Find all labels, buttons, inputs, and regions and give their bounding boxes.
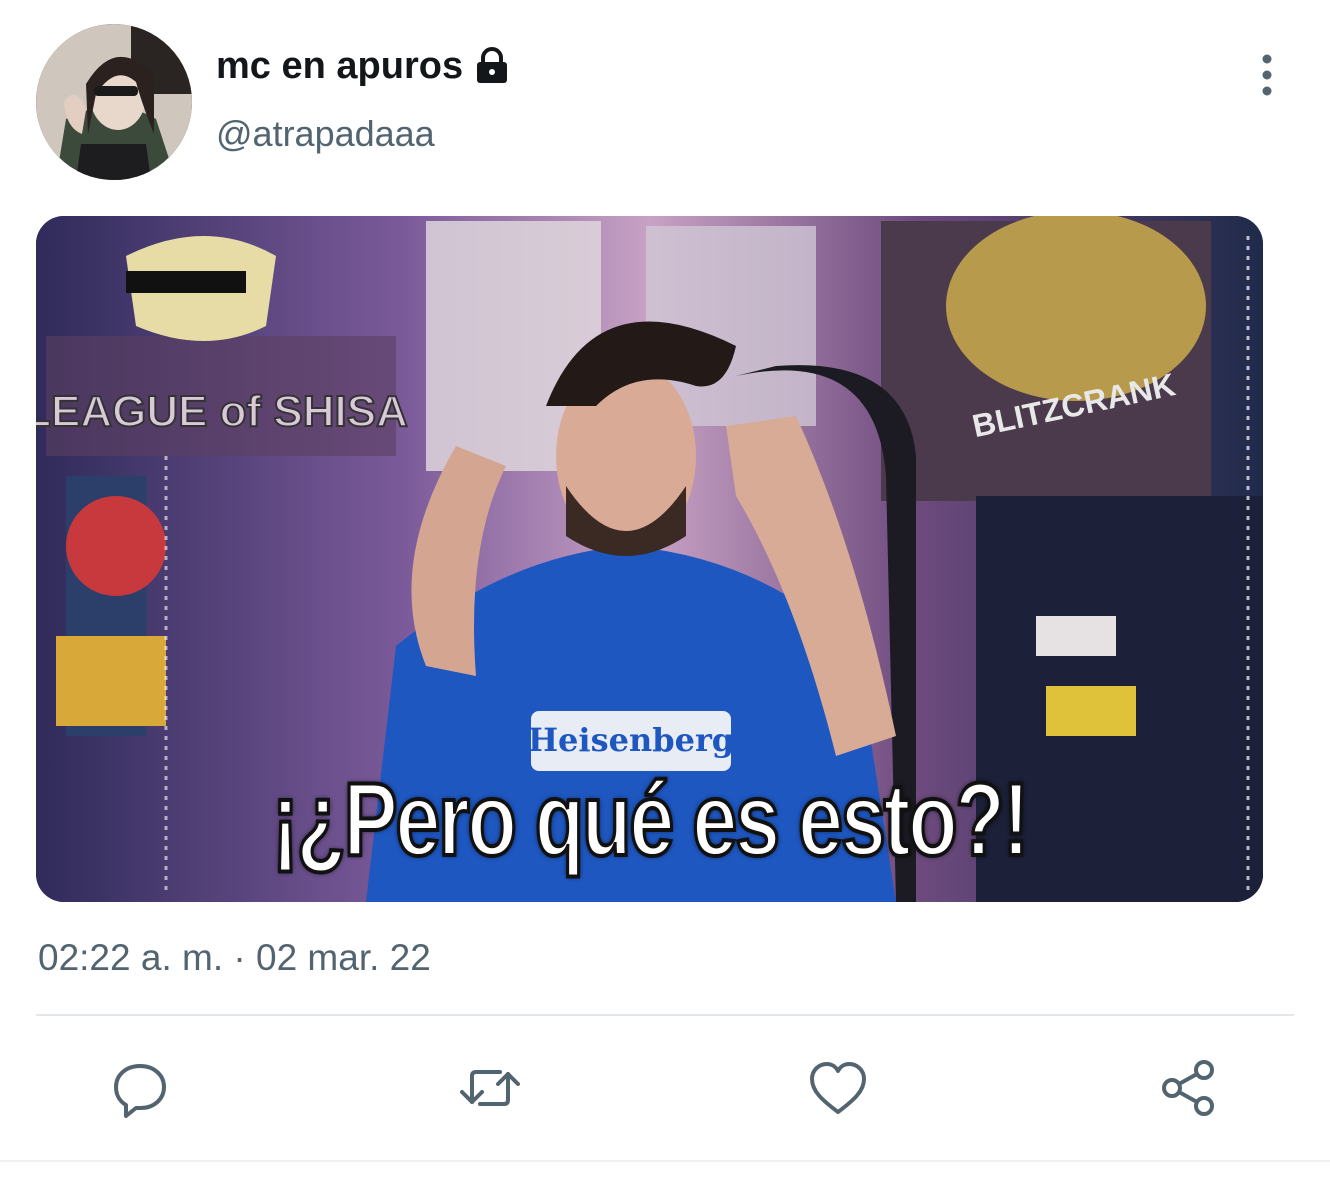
divider bbox=[36, 1014, 1294, 1016]
media-caption: ¡¿Pero qué es esto?! bbox=[270, 760, 1031, 880]
more-vertical-icon bbox=[1262, 54, 1272, 96]
reply-icon bbox=[114, 1064, 166, 1118]
like-button[interactable] bbox=[806, 1056, 870, 1120]
share-icon bbox=[1162, 1060, 1214, 1116]
display-name-text: mc en apuros bbox=[216, 45, 464, 87]
tweet-card: mc en apuros @atrapadaaa Heisenberg LEAG… bbox=[0, 0, 1330, 1179]
lock-icon bbox=[473, 47, 511, 85]
bottom-border bbox=[0, 1160, 1330, 1162]
display-name[interactable]: mc en apuros bbox=[216, 42, 511, 90]
user-handle[interactable]: @atrapadaaa bbox=[216, 110, 435, 158]
avatar[interactable] bbox=[36, 24, 192, 180]
tweet-timestamp[interactable]: 02:22 a. m. · 02 mar. 22 bbox=[38, 934, 431, 982]
shirt-text: Heisenberg bbox=[528, 721, 734, 759]
share-button[interactable] bbox=[1156, 1056, 1220, 1120]
heart-icon bbox=[810, 1062, 866, 1114]
tweet-media-image[interactable]: Heisenberg LEAGUE of SHISA BLITZCRANK ¡¿… bbox=[36, 216, 1263, 902]
reply-button[interactable] bbox=[108, 1056, 172, 1120]
retweet-button[interactable] bbox=[458, 1056, 522, 1120]
avatar-image bbox=[36, 24, 192, 180]
more-options-button[interactable] bbox=[1246, 52, 1288, 98]
retweet-icon bbox=[460, 1070, 520, 1106]
sign-text: LEAGUE of SHISA bbox=[36, 387, 408, 436]
